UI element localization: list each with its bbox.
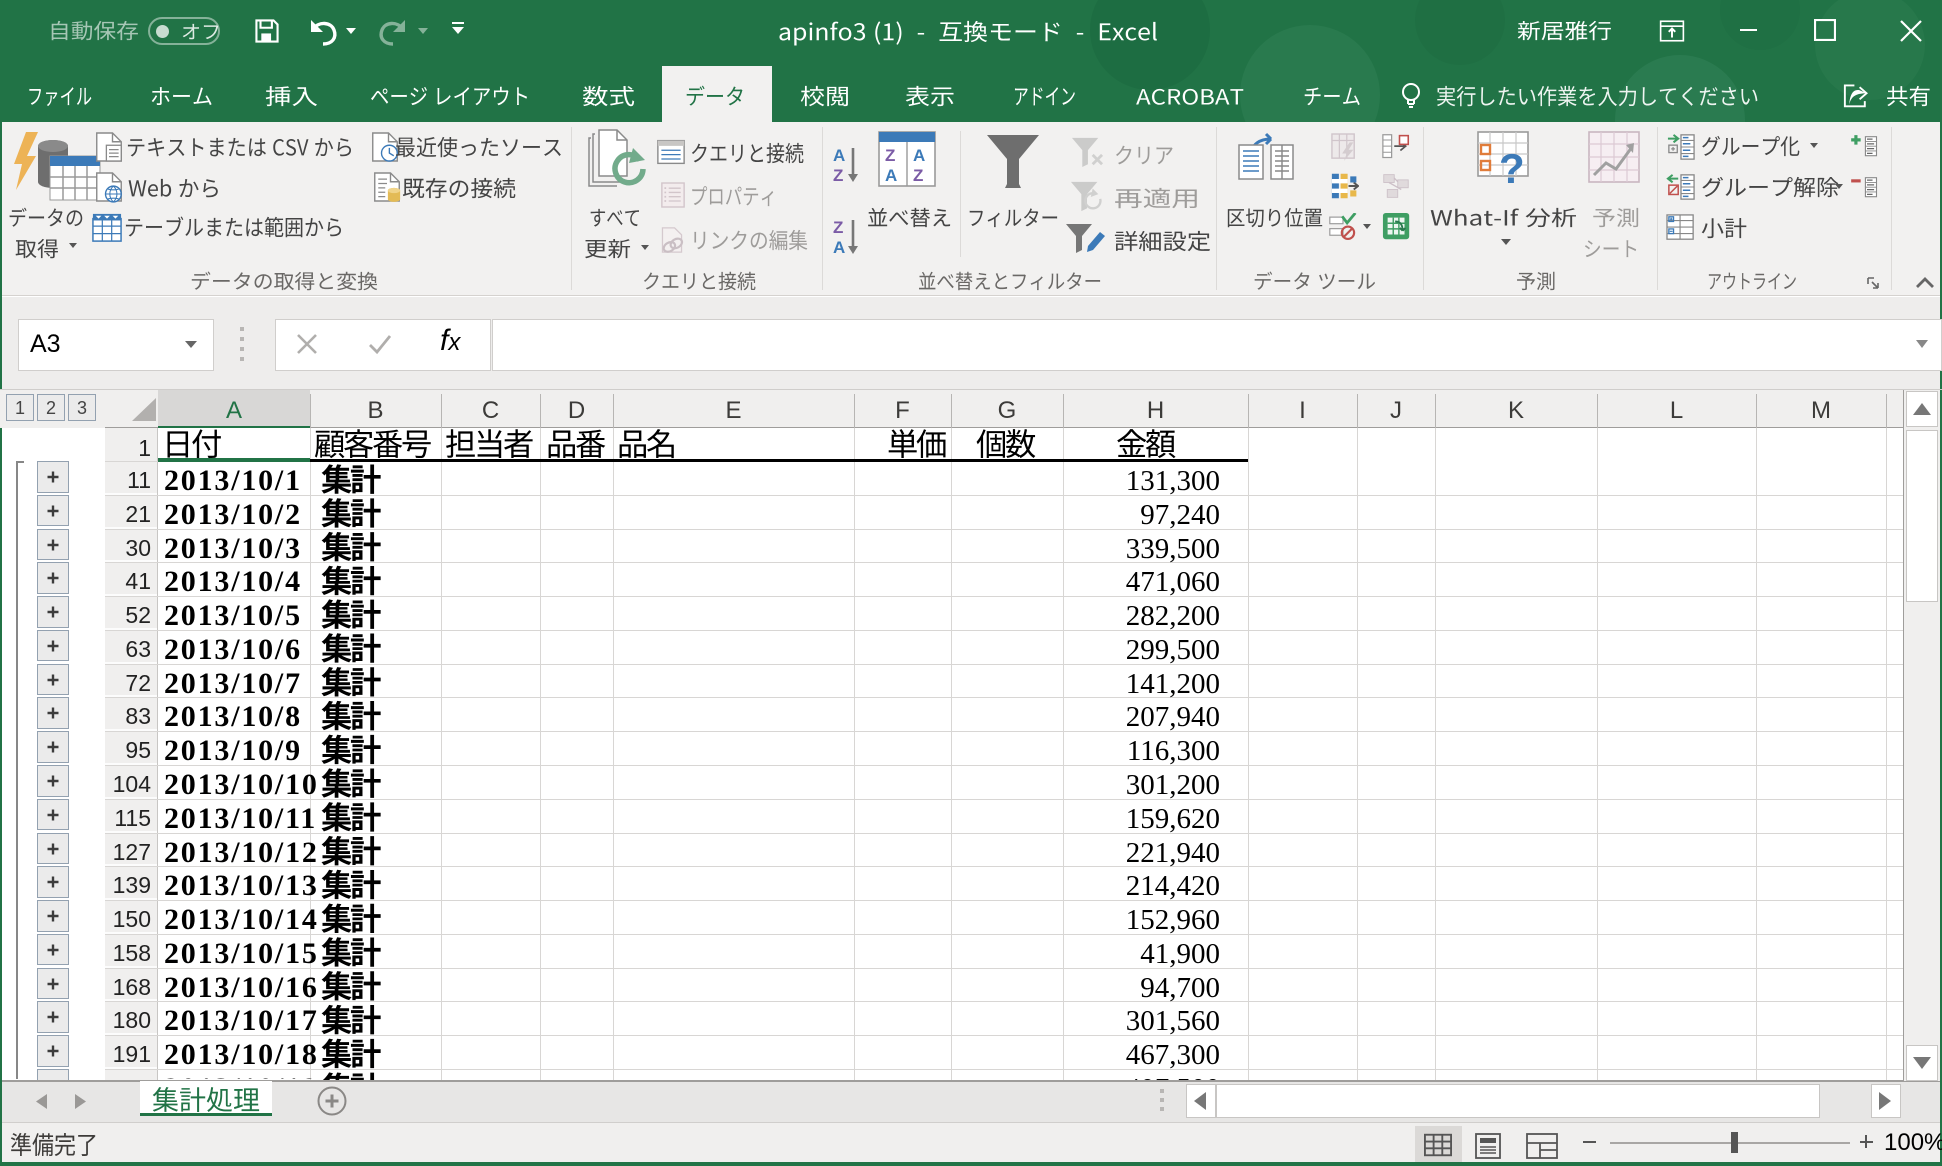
svg-text:A: A xyxy=(913,146,925,165)
svg-text:Z: Z xyxy=(913,166,923,185)
svg-text:Z: Z xyxy=(833,218,843,237)
svg-text:Z: Z xyxy=(885,146,895,165)
svg-text:A: A xyxy=(833,238,845,256)
svg-text:A: A xyxy=(885,166,897,185)
svg-text:A: A xyxy=(833,146,845,165)
svg-text:?: ? xyxy=(1499,145,1525,187)
svg-text:Z: Z xyxy=(833,166,843,184)
